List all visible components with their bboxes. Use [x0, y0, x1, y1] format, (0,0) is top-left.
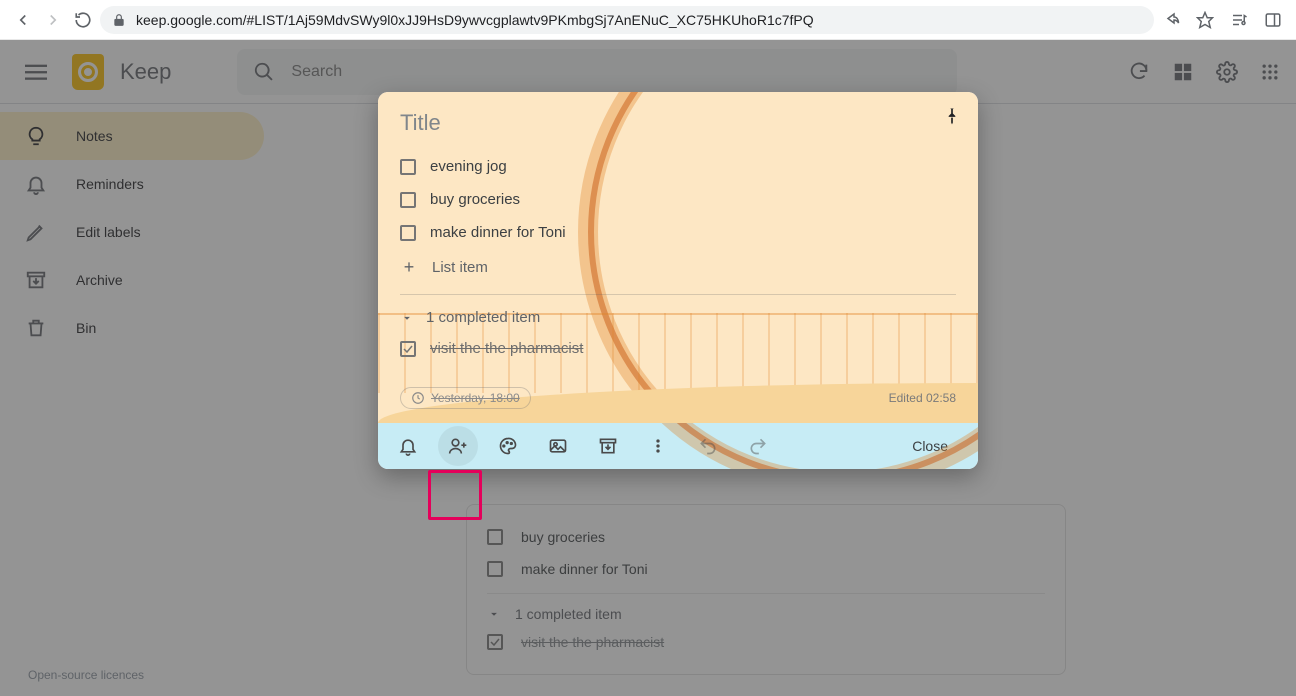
panel-icon[interactable]	[1264, 11, 1282, 29]
browser-chrome: keep.google.com/#LIST/1Aj59MdvSWy9l0xJJ9…	[0, 0, 1296, 40]
reload-icon[interactable]	[74, 11, 92, 29]
checkbox-icon[interactable]	[400, 192, 416, 208]
list-item-done[interactable]: visit the the pharmacist	[400, 332, 956, 365]
reminder-chip[interactable]: Yesterday, 18:00	[400, 387, 531, 409]
archive-button[interactable]	[588, 426, 628, 466]
checkbox-icon[interactable]	[400, 159, 416, 175]
edited-text: Edited 02:58	[889, 391, 956, 405]
licences-link[interactable]: Open-source licences	[28, 668, 144, 682]
checkbox-checked-icon[interactable]	[400, 341, 416, 357]
music-icon[interactable]	[1230, 11, 1248, 29]
share-icon[interactable]	[1162, 11, 1180, 29]
lock-icon	[112, 13, 126, 27]
remind-button[interactable]	[388, 426, 428, 466]
address-bar[interactable]: keep.google.com/#LIST/1Aj59MdvSWy9l0xJJ9…	[100, 6, 1154, 34]
undo-button[interactable]	[688, 426, 728, 466]
plus-icon: +	[400, 257, 418, 278]
url-text: keep.google.com/#LIST/1Aj59MdvSWy9l0xJJ9…	[136, 12, 814, 28]
list-item[interactable]: buy groceries	[400, 183, 956, 216]
star-icon[interactable]	[1196, 11, 1214, 29]
collaborator-button[interactable]	[438, 426, 478, 466]
image-button[interactable]	[538, 426, 578, 466]
redo-button[interactable]	[738, 426, 778, 466]
completed-toggle[interactable]: 1 completed item	[400, 303, 956, 332]
list-item[interactable]: make dinner for Toni	[400, 216, 956, 249]
note-title-input[interactable]: Title	[400, 110, 956, 136]
note-modal: Title evening jog buy groceries make din…	[378, 92, 978, 469]
palette-button[interactable]	[488, 426, 528, 466]
add-list-item[interactable]: +List item	[400, 249, 956, 286]
back-icon[interactable]	[14, 11, 32, 29]
checkbox-icon[interactable]	[400, 225, 416, 241]
list-item[interactable]: evening jog	[400, 150, 956, 183]
forward-icon	[44, 11, 62, 29]
